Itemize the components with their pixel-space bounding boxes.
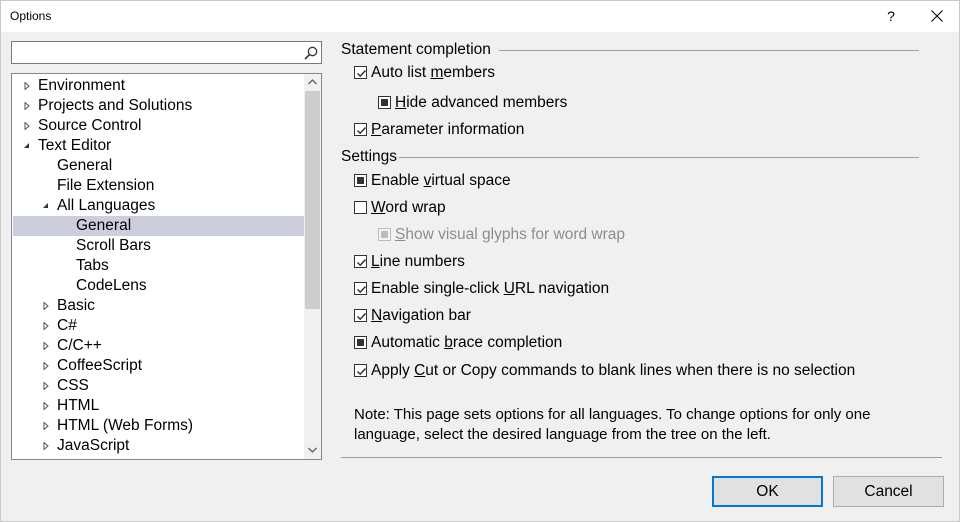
close-button[interactable]	[917, 1, 957, 32]
scrollbar-thumb[interactable]	[305, 91, 320, 309]
collapsed-arrow-icon[interactable]	[42, 422, 50, 430]
cancel-button[interactable]: Cancel	[833, 476, 944, 507]
options-tree[interactable]: Environment Projects and Solutions Source …	[11, 73, 322, 460]
collapsed-arrow-icon[interactable]	[23, 82, 31, 90]
tree-item[interactable]: CSS	[13, 376, 304, 396]
tree-item-label: Scroll Bars	[76, 237, 151, 254]
tree-item-label: Source Control	[38, 117, 142, 134]
checkbox-checked-icon[interactable]	[354, 123, 367, 136]
help-button[interactable]: ?	[877, 1, 905, 32]
option-label: Automatic brace completion	[371, 334, 563, 351]
option-label: Line numbers	[371, 253, 465, 270]
scroll-up-arrow-icon[interactable]	[304, 74, 321, 91]
collapsed-arrow-icon[interactable]	[23, 122, 31, 130]
option-label: Hide advanced members	[395, 94, 568, 111]
tree-item-label: CSS	[57, 377, 89, 394]
checkbox-indeterminate-icon[interactable]	[354, 174, 367, 187]
checkbox-checked-icon[interactable]	[354, 66, 367, 79]
close-icon	[931, 10, 943, 22]
collapsed-arrow-icon[interactable]	[42, 322, 50, 330]
tree-item[interactable]: General	[13, 156, 304, 176]
option-label: Navigation bar	[371, 307, 471, 324]
group-divider	[499, 50, 919, 51]
footer-divider	[341, 457, 942, 458]
checkbox-indeterminate-icon	[378, 228, 391, 241]
tree-item-label: Text Editor	[38, 137, 112, 154]
checkbox-unchecked-icon[interactable]	[354, 201, 367, 214]
tree-item[interactable]: General	[13, 216, 304, 236]
tree-item-label: File Extension	[57, 177, 155, 194]
options-dialog: Options ? Environment Projects and Soluti…	[0, 0, 960, 522]
tree-scrollbar[interactable]	[304, 74, 321, 459]
tree-item-label: HTML (Web Forms)	[57, 417, 194, 434]
checkbox-checked-icon[interactable]	[354, 255, 367, 268]
collapsed-arrow-icon[interactable]	[42, 342, 50, 350]
collapsed-arrow-icon[interactable]	[42, 362, 50, 370]
scroll-down-arrow-icon[interactable]	[304, 442, 321, 459]
tree-item[interactable]: HTML	[13, 396, 304, 416]
option-label: Apply Cut or Copy commands to blank line…	[371, 362, 856, 379]
tree-item-label: JavaScript	[57, 437, 130, 454]
tree-item[interactable]: All Languages	[13, 196, 304, 216]
checkbox-checked-icon[interactable]	[354, 364, 367, 377]
tree-item[interactable]: CodeLens	[13, 276, 304, 296]
tree-item[interactable]: Source Control	[13, 116, 304, 136]
tree-item-label: General	[57, 157, 113, 174]
tree-item[interactable]: Tabs	[13, 256, 304, 276]
checkbox-checked-icon[interactable]	[354, 309, 367, 322]
settings-header: Settings	[341, 148, 398, 165]
option-label: Parameter information	[371, 121, 525, 138]
collapsed-arrow-icon[interactable]	[23, 102, 31, 110]
option-label: Enable single-click URL navigation	[371, 280, 610, 297]
note-text: Note: This page sets options for all lan…	[354, 406, 871, 443]
checkbox-indeterminate-icon[interactable]	[354, 336, 367, 349]
tree-item-label: C/C++	[57, 337, 102, 354]
search-icon[interactable]	[303, 45, 319, 61]
tree-item-label: All Languages	[57, 197, 156, 214]
collapsed-arrow-icon[interactable]	[42, 442, 50, 450]
tree-item[interactable]: CoffeeScript	[13, 356, 304, 376]
tree-item-label: Tabs	[76, 257, 109, 274]
tree-item[interactable]: HTML (Web Forms)	[13, 416, 304, 436]
tree-item-label: HTML	[57, 397, 100, 414]
checkbox-checked-icon[interactable]	[354, 282, 367, 295]
option-label: Auto list members	[371, 64, 496, 81]
ok-button[interactable]: OK	[712, 476, 823, 507]
window-title: Options	[10, 9, 52, 23]
tree-item[interactable]: File Extension	[13, 176, 304, 196]
tree-item[interactable]: JavaScript	[13, 436, 304, 456]
checkbox-indeterminate-icon[interactable]	[378, 96, 391, 109]
expanded-arrow-icon[interactable]	[42, 202, 50, 210]
option-label: Enable virtual space	[371, 172, 511, 189]
tree-item[interactable]: Environment	[13, 76, 304, 96]
tree-item[interactable]: Scroll Bars	[13, 236, 304, 256]
option-label: Word wrap	[371, 199, 446, 216]
group-divider	[399, 157, 919, 158]
search-input[interactable]	[11, 41, 322, 64]
tree-item-label: CodeLens	[76, 277, 147, 294]
statement-completion-header: Statement completion	[341, 41, 491, 58]
collapsed-arrow-icon[interactable]	[42, 302, 50, 310]
option-label: Show visual glyphs for word wrap	[395, 226, 626, 243]
title-bar: Options ?	[1, 1, 959, 32]
collapsed-arrow-icon[interactable]	[42, 382, 50, 390]
tree-item-label: Basic	[57, 297, 95, 314]
tree-item-label: General	[76, 217, 132, 234]
tree-item-label: C#	[57, 317, 77, 334]
tree-item-label: CoffeeScript	[57, 357, 143, 374]
tree-item[interactable]: Projects and Solutions	[13, 96, 304, 116]
tree-item[interactable]: Basic	[13, 296, 304, 316]
tree-item-label: Projects and Solutions	[38, 97, 193, 114]
tree-item[interactable]: Text Editor	[13, 136, 304, 156]
collapsed-arrow-icon[interactable]	[42, 402, 50, 410]
tree-item[interactable]: C/C++	[13, 336, 304, 356]
tree-item[interactable]: C#	[13, 316, 304, 336]
tree-item-label: Environment	[38, 77, 126, 94]
expanded-arrow-icon[interactable]	[23, 142, 31, 150]
